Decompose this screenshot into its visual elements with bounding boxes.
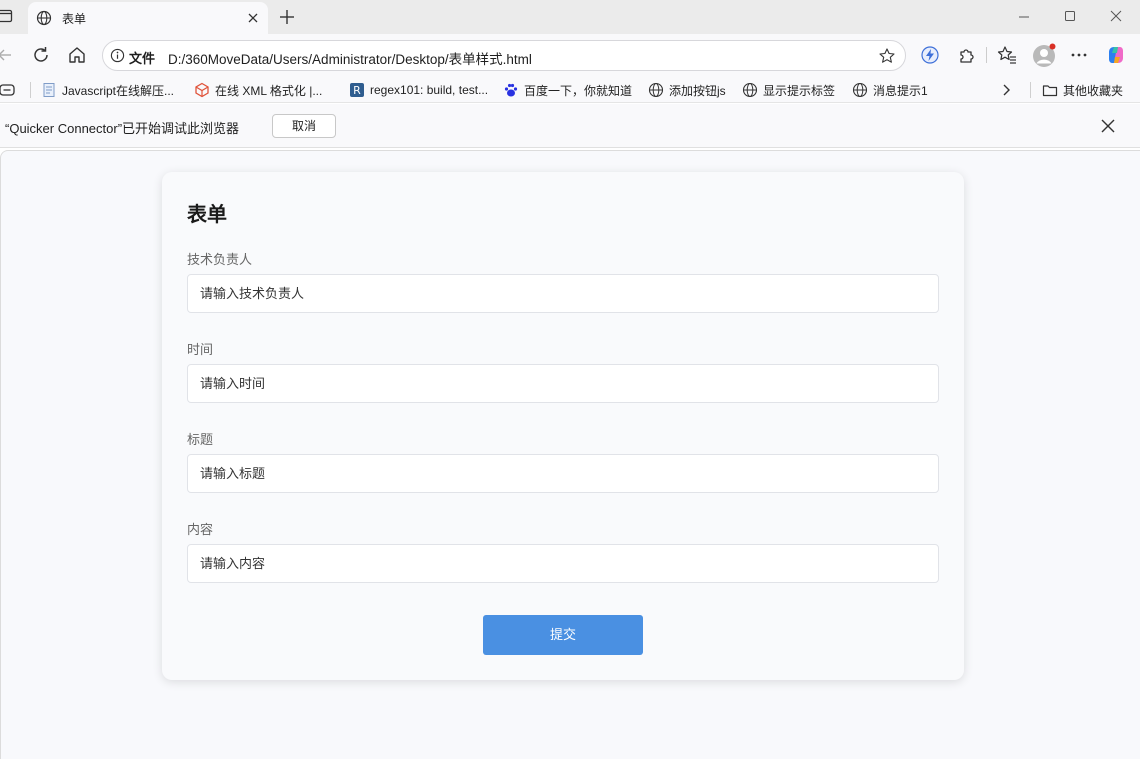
bookmark-separator xyxy=(30,82,31,98)
baidu-paw-icon xyxy=(504,83,518,97)
profile-icon[interactable] xyxy=(1032,42,1058,68)
close-icon[interactable] xyxy=(1099,117,1117,135)
favorites-icon[interactable] xyxy=(996,44,1018,66)
regex101-icon: R xyxy=(350,83,364,97)
cube-icon xyxy=(195,82,209,98)
bookmarks-bar: Javascript在线解压... 在线 XML 格式化 |... R rege… xyxy=(0,76,1140,103)
plus-icon[interactable] xyxy=(277,7,297,27)
owner-input[interactable] xyxy=(187,274,939,313)
folder-icon xyxy=(1042,85,1058,97)
other-bookmarks-label: 其他收藏夹 xyxy=(1063,83,1124,98)
form-card: 表单 技术负责人 时间 标题 内容 提交 xyxy=(162,172,964,680)
infobar-message: “Quicker Connector”已开始调试此浏览器 xyxy=(5,121,240,136)
page-viewport: 表单 技术负责人 时间 标题 内容 提交 xyxy=(0,150,1140,759)
tab-title: 表单 xyxy=(62,12,87,26)
field-label-content: 内容 xyxy=(187,522,214,537)
svg-text:R: R xyxy=(353,84,361,97)
field-label-title: 标题 xyxy=(187,432,214,447)
performance-icon[interactable] xyxy=(919,44,941,66)
sidebar-icon[interactable] xyxy=(0,8,13,24)
navigation-bar: 文件 D:/360MoveData/Users/Administrator/De… xyxy=(0,34,1140,76)
copilot-icon[interactable] xyxy=(1105,44,1127,66)
field-label-owner: 技术负责人 xyxy=(187,252,253,267)
bookmark-label: 在线 XML 格式化 |... xyxy=(215,83,323,98)
title-input[interactable] xyxy=(187,454,939,493)
cancel-button[interactable]: 取消 xyxy=(272,114,336,138)
time-input[interactable] xyxy=(187,364,939,403)
bookmark-label: Javascript在线解压... xyxy=(62,83,175,98)
other-bookmarks-folder[interactable]: 其他收藏夹 xyxy=(1042,80,1123,100)
bookmark-label: 显示提示标签 xyxy=(763,83,836,98)
bookmark-item[interactable]: 百度一下，你就知道 xyxy=(503,80,632,100)
chevron-right-icon[interactable] xyxy=(998,82,1014,98)
bookmark-label: 消息提示1 xyxy=(873,83,928,98)
field-label-time: 时间 xyxy=(187,342,214,357)
globe-icon xyxy=(852,82,868,98)
submit-button[interactable]: 提交 xyxy=(483,615,643,655)
bookmark-item[interactable]: 添加按钮js xyxy=(648,80,726,100)
globe-icon xyxy=(742,82,758,98)
bookmark-item[interactable]: R regex101: build, test... xyxy=(349,80,488,100)
bookmark-item[interactable]: 消息提示1 xyxy=(852,80,928,100)
page-icon xyxy=(43,83,55,97)
bookmark-separator xyxy=(1030,82,1031,98)
window-close-icon[interactable] xyxy=(1104,5,1128,29)
toolbar-separator xyxy=(986,47,987,63)
reading-view-icon[interactable] xyxy=(0,82,16,98)
minimize-icon[interactable] xyxy=(1012,5,1036,29)
refresh-icon[interactable] xyxy=(29,43,53,67)
form-title: 表单 xyxy=(187,202,227,226)
address-bar[interactable]: 文件 D:/360MoveData/Users/Administrator/De… xyxy=(102,40,906,71)
info-icon[interactable] xyxy=(110,48,125,63)
bookmark-label: 添加按钮js xyxy=(669,83,726,98)
url-scheme: 文件 xyxy=(129,51,156,66)
star-icon[interactable] xyxy=(878,47,896,65)
globe-icon xyxy=(36,10,52,26)
back-icon[interactable] xyxy=(0,43,18,67)
bookmark-label: 百度一下，你就知道 xyxy=(524,83,633,98)
bookmark-item[interactable]: 在线 XML 格式化 |... xyxy=(194,80,322,100)
tab-bar: 表单 xyxy=(0,0,1140,34)
globe-icon xyxy=(648,82,664,98)
url-text[interactable]: D:/360MoveData/Users/Administrator/Deskt… xyxy=(168,48,532,68)
extension-icon[interactable] xyxy=(955,44,977,66)
debugging-infobar: “Quicker Connector”已开始调试此浏览器 取消 xyxy=(0,104,1140,148)
bookmark-item[interactable]: 显示提示标签 xyxy=(742,80,835,100)
close-icon[interactable] xyxy=(245,10,261,26)
maximize-icon[interactable] xyxy=(1058,5,1082,29)
bookmark-item[interactable]: Javascript在线解压... xyxy=(41,80,174,100)
more-icon[interactable] xyxy=(1068,44,1090,66)
home-icon[interactable] xyxy=(65,43,89,67)
content-input[interactable] xyxy=(187,544,939,583)
tab-active[interactable]: 表单 xyxy=(28,2,268,34)
bookmark-label: regex101: build, test... xyxy=(370,83,489,97)
